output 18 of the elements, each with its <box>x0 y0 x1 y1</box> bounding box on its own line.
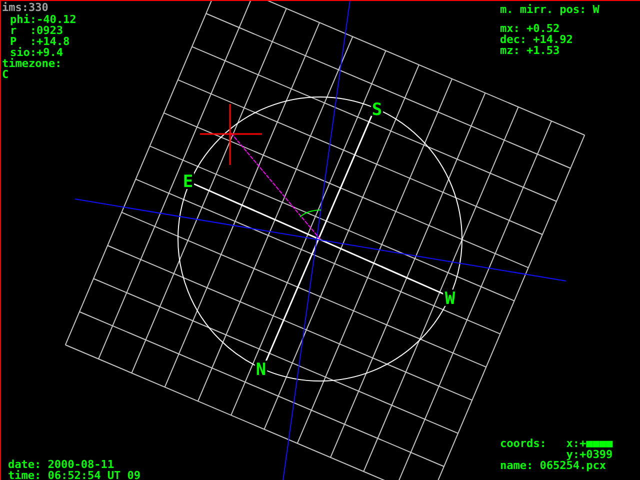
timezone-label: timezone: <box>2 58 62 69</box>
file-name-text: name: 065254.pcx <box>500 460 606 471</box>
readout-text: sio:+9.4 <box>10 47 63 58</box>
readout-text: r :0923 <box>10 25 63 36</box>
date-text: date: 2000-08-11 <box>8 459 114 470</box>
angle-arc <box>300 210 322 218</box>
readout-text: P :+14.8 <box>10 36 70 47</box>
mirror-value-text: mx: +0.52 <box>500 23 560 34</box>
timezone-value: C <box>2 69 9 80</box>
mirror-value-text: dec: +14.92 <box>500 34 573 45</box>
coords-x-text: coords: x:+■■■■ <box>500 438 613 449</box>
mirror-value-text: mz: +1.53 <box>500 45 560 56</box>
mirror-position-text: m. mirr. pos: W <box>500 4 600 15</box>
crosshair-icon <box>200 104 262 165</box>
time-text: time: 06:52:54 UT 09 <box>8 470 140 480</box>
coords-y-text: y:+0399 <box>566 449 613 460</box>
header-text: ims:330 <box>2 2 48 14</box>
readout-text: phi:-40.12 <box>10 14 76 25</box>
